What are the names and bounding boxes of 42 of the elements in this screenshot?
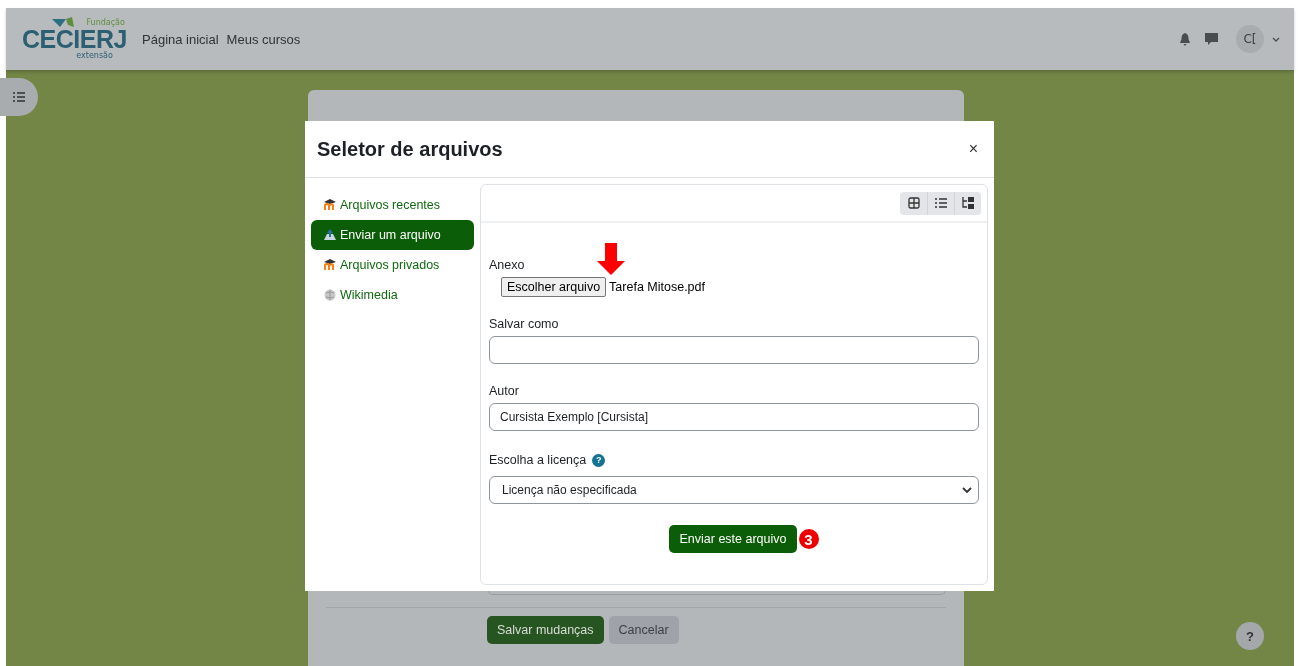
field-label: Anexo xyxy=(489,258,526,272)
field-label: Autor xyxy=(489,384,520,398)
select-value: Licença não especificada xyxy=(502,483,637,497)
nav-link[interactable]: Página inicial xyxy=(142,31,219,47)
moodle-logo-icon xyxy=(324,199,336,211)
drawer-toggle[interactable] xyxy=(0,78,38,116)
tree-icon xyxy=(962,197,974,209)
upload-icon xyxy=(324,229,336,241)
save-button[interactable]: Salvar mudanças xyxy=(487,616,604,644)
chat-icon xyxy=(1205,33,1218,45)
step-badge: 3 xyxy=(798,529,819,549)
author-field[interactable]: Cursista Exemplo [Cursista] xyxy=(489,403,979,431)
dialog-title: Seletor de arquivos xyxy=(317,137,503,161)
help-icon[interactable]: ? xyxy=(592,453,606,467)
logo-subtitle: extensão xyxy=(76,51,113,60)
field-label: Salvar como xyxy=(489,317,560,331)
choose-file-button[interactable]: Escolher arquivo xyxy=(501,277,607,297)
list-icon xyxy=(13,92,25,102)
repository-item[interactable]: Arquivos privados xyxy=(311,250,474,280)
close-button[interactable]: × xyxy=(964,140,982,158)
chevron-down-icon xyxy=(962,487,972,493)
repository-item[interactable]: Wikimedia xyxy=(311,280,474,310)
user-avatar[interactable]: C[ xyxy=(1236,25,1264,53)
logo-wordmark: CECIERJ xyxy=(22,26,127,52)
field-label: Escolha a licença xyxy=(489,453,587,467)
license-select[interactable]: Licença não especificada xyxy=(489,476,979,504)
repository-item[interactable]: Enviar um arquivo xyxy=(311,220,474,250)
caret-icon xyxy=(1272,36,1280,42)
file-name: Tarefa Mitose.pdf xyxy=(609,280,705,294)
list-icon xyxy=(935,197,947,209)
repository-item[interactable]: Arquivos recentes xyxy=(311,190,474,220)
grid-icon xyxy=(907,197,920,209)
upload-button[interactable]: Enviar este arquivo xyxy=(669,525,797,553)
arrow-down-icon xyxy=(597,243,625,275)
logo-tagline: Fundação xyxy=(86,18,125,27)
help-button[interactable]: ? xyxy=(1236,622,1264,650)
nav-link[interactable]: Meus cursos xyxy=(226,31,301,47)
save-as-field[interactable] xyxy=(489,336,979,364)
moodle-logo-icon xyxy=(324,259,336,271)
bell-icon xyxy=(1179,32,1191,46)
globe-icon xyxy=(324,289,336,301)
cancel-button[interactable]: Cancelar xyxy=(608,616,679,644)
